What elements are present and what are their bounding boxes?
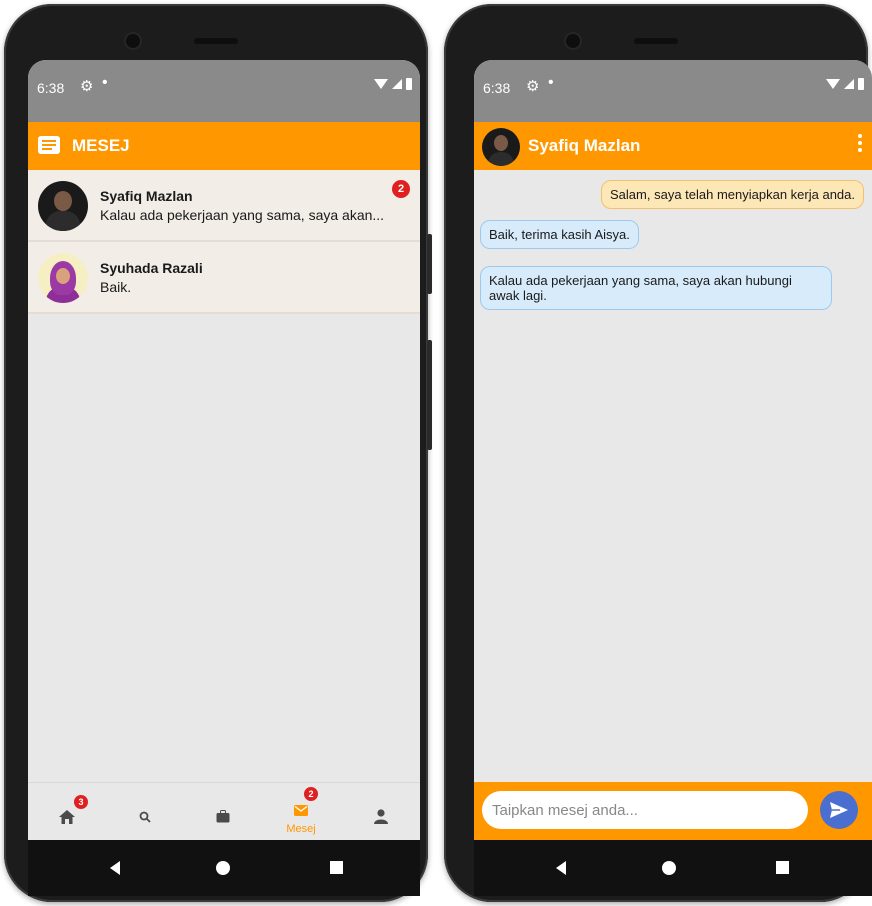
app-bar: Syafiq Mazlan: [474, 122, 872, 170]
front-camera: [126, 34, 140, 48]
search-icon: [139, 811, 151, 823]
message-bubble-incoming: Baik, terima kasih Aisya.: [480, 220, 639, 249]
briefcase-icon: [216, 810, 230, 823]
recents-icon[interactable]: [330, 861, 343, 874]
status-icons: [826, 78, 864, 90]
earpiece-speaker: [634, 38, 678, 44]
home-circle-icon[interactable]: [662, 861, 676, 875]
message-preview: Kalau ada pekerjaan yang sama, saya akan…: [100, 207, 385, 223]
bottom-navigation: 3 2 Mesej: [28, 782, 420, 842]
message-bubble-outgoing: Salam, saya telah menyiapkan kerja anda.: [601, 180, 864, 209]
wifi-icon: [826, 79, 840, 89]
settings-status-icon: ⚙: [526, 78, 540, 95]
conversation-item-syafiq[interactable]: Syafiq Mazlan Kalau ada pekerjaan yang s…: [28, 170, 420, 242]
conversation-list: Syafiq Mazlan Kalau ada pekerjaan yang s…: [28, 170, 420, 314]
message-icon: [38, 136, 60, 154]
message-preview: Baik.: [100, 279, 132, 295]
status-time: 6:38: [37, 80, 65, 96]
nav-label: Mesej: [286, 823, 316, 835]
notification-dot-icon: •: [548, 74, 554, 91]
unread-badge: 2: [392, 180, 410, 198]
back-icon[interactable]: [556, 861, 566, 875]
screen-messages-list: 6:38 ⚙ • MESEJ Syafiq Mazlan Kalau ada p…: [28, 60, 420, 842]
nav-profile[interactable]: [342, 783, 420, 842]
app-bar: MESEJ: [28, 122, 420, 170]
nav-jobs[interactable]: [184, 783, 262, 842]
system-navigation-bar: [474, 840, 872, 896]
avatar[interactable]: [482, 128, 520, 166]
message-composer: [474, 782, 872, 842]
more-options-icon[interactable]: [858, 134, 862, 155]
conversation-item-syuhada[interactable]: Syuhada Razali Baik.: [28, 242, 420, 314]
signal-icon: [392, 79, 402, 89]
mail-icon: [294, 805, 308, 816]
nav-messages[interactable]: 2 Mesej: [262, 783, 340, 842]
status-time: 6:38: [483, 80, 511, 96]
front-camera: [566, 34, 580, 48]
battery-icon: [406, 78, 412, 90]
notification-dot-icon: •: [102, 74, 108, 91]
page-title: MESEJ: [72, 136, 130, 155]
screen-chat: 6:38 ⚙ • Syafiq Mazlan Salam, saya telah…: [474, 60, 872, 842]
avatar: [38, 181, 88, 231]
volume-button: [427, 234, 432, 294]
send-button[interactable]: [820, 791, 858, 829]
message-input[interactable]: [482, 791, 808, 829]
wifi-icon: [374, 79, 388, 89]
status-bar: 6:38 ⚙ •: [28, 60, 420, 122]
power-button: [427, 340, 432, 450]
chat-messages: Salam, saya telah menyiapkan kerja anda.…: [474, 170, 872, 782]
chat-contact-name: Syafiq Mazlan: [528, 136, 641, 155]
notification-badge: 2: [304, 787, 318, 801]
avatar: [38, 253, 88, 303]
signal-icon: [844, 79, 854, 89]
system-navigation-bar: [28, 840, 420, 896]
contact-name: Syafiq Mazlan: [100, 188, 193, 204]
nav-home[interactable]: 3: [28, 783, 106, 842]
person-icon: [374, 809, 388, 824]
contact-name: Syuhada Razali: [100, 260, 203, 276]
notification-badge: 3: [74, 795, 88, 809]
recents-icon[interactable]: [776, 861, 789, 874]
send-icon: [830, 802, 848, 818]
home-icon: [59, 810, 75, 824]
status-icons: [374, 78, 412, 90]
home-circle-icon[interactable]: [216, 861, 230, 875]
settings-status-icon: ⚙: [80, 78, 94, 95]
back-icon[interactable]: [110, 861, 120, 875]
battery-icon: [858, 78, 864, 90]
message-bubble-incoming: Kalau ada pekerjaan yang sama, saya akan…: [480, 266, 832, 310]
earpiece-speaker: [194, 38, 238, 44]
nav-search[interactable]: [106, 783, 184, 842]
status-bar: 6:38 ⚙ •: [474, 60, 872, 122]
